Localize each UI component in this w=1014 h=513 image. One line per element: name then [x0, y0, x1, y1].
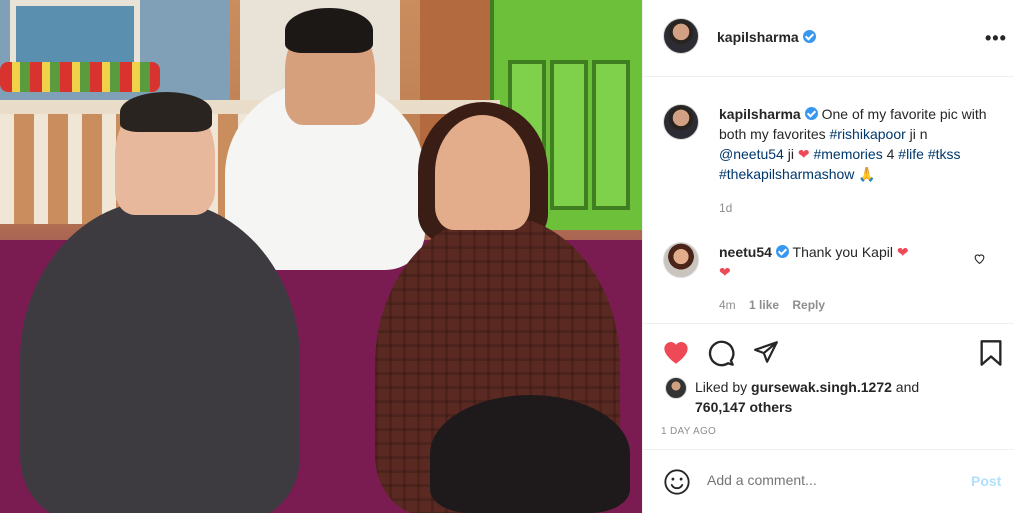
share-icon[interactable] — [752, 339, 780, 365]
liked-heart-icon[interactable] — [662, 339, 690, 365]
add-comment-bar: Post — [643, 449, 1014, 513]
comment-timestamp[interactable]: 4m — [719, 298, 736, 312]
hashtag-link[interactable]: #memories — [813, 146, 882, 162]
person-standing-hair — [285, 8, 373, 53]
author-username[interactable]: kapilsharma — [717, 29, 816, 45]
caption-avatar[interactable] — [663, 104, 699, 140]
verified-badge-icon — [804, 107, 818, 120]
liker-avatar[interactable] — [665, 377, 687, 399]
background-flowers — [0, 62, 160, 92]
comment-text: Thank you Kapil — [788, 244, 897, 260]
folded-hands-emoji-icon: 🙏 — [858, 166, 876, 182]
emoji-smiley-icon[interactable] — [663, 468, 691, 496]
post-actions: Liked by gursewak.singh.1272 and 760,147 … — [643, 323, 1014, 449]
hashtag-link[interactable]: #rishikapoor — [830, 126, 906, 142]
person-right-legs — [430, 395, 630, 513]
comment-input[interactable] — [707, 472, 947, 488]
mention-link[interactable]: @neetu54 — [719, 146, 784, 162]
person-left-body — [20, 200, 300, 513]
comment: neetu54 Thank you Kapil ❤ ❤ — [719, 242, 969, 282]
commenter-avatar[interactable] — [663, 242, 699, 278]
verified-badge-icon — [802, 30, 816, 43]
commenter-username[interactable]: neetu54 — [719, 244, 772, 260]
likes-prefix: Liked by — [695, 379, 752, 395]
comment-icon[interactable] — [707, 339, 735, 367]
red-heart-emoji-icon: ❤ — [797, 146, 810, 162]
comment-likes-count[interactable]: 1 like — [749, 298, 779, 312]
likes-count[interactable]: 760,147 others — [695, 399, 792, 415]
caption-text: 4 — [882, 146, 899, 162]
likes-summary: Liked by gursewak.singh.1272 and 760,147 … — [695, 377, 919, 417]
likes-connector: and — [891, 379, 920, 395]
background-window — [10, 0, 140, 70]
red-heart-emoji-icon: ❤ — [896, 244, 909, 260]
save-bookmark-icon[interactable] — [979, 339, 1003, 367]
hashtag-link[interactable]: #tkss — [928, 146, 961, 162]
hashtag-link[interactable]: #life — [898, 146, 924, 162]
like-comment-heart-icon[interactable] — [973, 252, 986, 265]
caption-text: ji — [783, 146, 798, 162]
post-date[interactable]: 1 DAY AGO — [661, 426, 716, 437]
post-sidebar: kapilsharma ••• kapilsharma One of my fa… — [642, 0, 1014, 513]
caption-username[interactable]: kapilsharma — [719, 106, 801, 122]
door-panel — [550, 60, 588, 210]
author-avatar[interactable] — [663, 18, 699, 54]
caption-text: ji n — [905, 126, 928, 142]
person-right-head — [435, 115, 530, 230]
person-left-hair — [120, 92, 212, 132]
liker-username[interactable]: gursewak.singh.1272 — [751, 379, 892, 395]
caption-timestamp[interactable]: 1d — [719, 201, 732, 215]
door-panel — [592, 60, 630, 210]
hashtag-link[interactable]: #thekapilsharmashow — [719, 166, 854, 182]
more-options-icon[interactable]: ••• — [985, 28, 1007, 49]
comment-meta: 4m 1 like Reply — [719, 298, 825, 312]
red-heart-emoji-icon: ❤ — [719, 264, 731, 280]
post-header: kapilsharma ••• — [643, 0, 1014, 77]
verified-badge-icon — [775, 245, 789, 258]
post-photo[interactable] — [0, 0, 642, 513]
author-username-text[interactable]: kapilsharma — [717, 29, 799, 45]
reply-button[interactable]: Reply — [792, 298, 825, 312]
caption: kapilsharma One of my favorite pic with … — [719, 104, 989, 184]
post-comment-button[interactable]: Post — [971, 473, 1001, 489]
